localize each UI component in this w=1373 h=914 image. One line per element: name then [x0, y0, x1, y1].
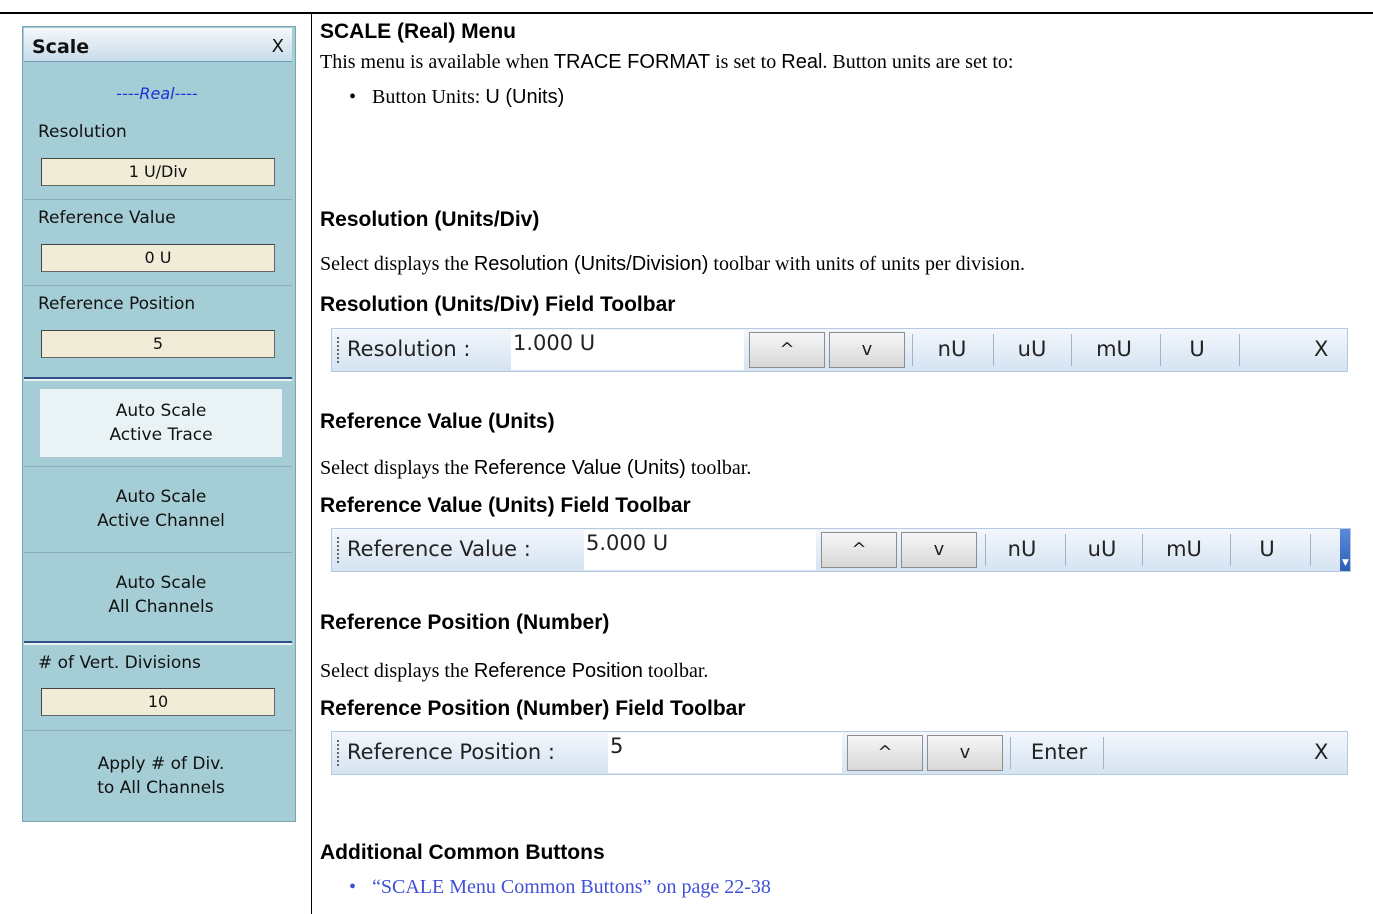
reference-position-field[interactable]: 5 [41, 330, 275, 358]
separator [24, 466, 292, 467]
toolbar-overflow-icon[interactable]: ▼ [1340, 529, 1350, 571]
unit-uU-button[interactable]: uU [1012, 337, 1052, 361]
reference-position-toolbar: Reference Position : 5 ^ v Enter X [331, 731, 1348, 775]
reference-value-label: Reference Value [38, 208, 176, 228]
auto-scale-active-trace-button[interactable]: Auto Scale Active Trace [39, 388, 283, 458]
menu-close-icon[interactable]: X [272, 36, 284, 57]
common-buttons-link[interactable]: “SCALE Menu Common Buttons” on page 22-3… [372, 876, 771, 898]
resolution-label: Resolution [38, 122, 127, 142]
resolution-description: Select displays the Resolution (Units/Di… [320, 253, 1026, 275]
unit-mU-button[interactable]: mU [1090, 337, 1138, 361]
refpos-description: Select displays the Reference Position t… [320, 660, 709, 682]
top-rule [0, 12, 1373, 14]
increment-up-button[interactable]: ^ [749, 332, 825, 368]
button-line: Apply # of Div. [97, 754, 225, 774]
button-line: Active Channel [97, 511, 225, 531]
scale-menu-panel: Scale X ----Real---- Resolution 1 U/Div … [22, 26, 296, 822]
unit-nU-button[interactable]: nU [1002, 537, 1042, 561]
button-line: to All Channels [97, 778, 225, 798]
toolbar-separator [1230, 534, 1231, 566]
resolution-input[interactable]: 1.000 U [511, 330, 744, 370]
toolbar-separator [993, 334, 994, 366]
resolution-field[interactable]: 1 U/Div [41, 158, 275, 186]
unit-nU-button[interactable]: nU [932, 337, 972, 361]
toolbar-separator [1065, 534, 1066, 566]
section-divider [24, 377, 292, 381]
menu-title: Scale [32, 36, 90, 58]
apply-divisions-button[interactable]: Apply # of Div. to All Channels [39, 741, 283, 811]
button-units-bullet: • Button Units: U (Units) [349, 86, 565, 108]
auto-scale-active-channel-button[interactable]: Auto Scale Active Channel [39, 474, 283, 544]
toolbar-label: Reference Position : [347, 740, 555, 764]
separator [24, 199, 292, 200]
menu-subtitle: ----Real---- [116, 84, 198, 103]
refvalue-description: Select displays the Reference Value (Uni… [320, 457, 752, 479]
heading-refvalue-toolbar: Reference Value (Units) Field Toolbar [320, 494, 691, 517]
heading-reference-position: Reference Position (Number) [320, 611, 610, 634]
toolbar-separator [1160, 334, 1161, 366]
toolbar-label: Reference Value : [347, 537, 531, 561]
button-line: Auto Scale [115, 573, 207, 593]
column-divider [311, 13, 312, 914]
toolbar-separator [985, 534, 986, 566]
increment-up-button[interactable]: ^ [821, 532, 897, 568]
toolbar-separator [1071, 334, 1072, 366]
heading-reference-value: Reference Value (Units) [320, 410, 555, 433]
toolbar-close-icon[interactable]: X [1314, 337, 1328, 361]
toolbar-close-icon[interactable]: X [1314, 740, 1328, 764]
toolbar-separator [1010, 737, 1011, 769]
unit-mU-button[interactable]: mU [1160, 537, 1208, 561]
reference-value-field[interactable]: 0 U [41, 244, 275, 272]
section-divider [24, 641, 292, 645]
reference-position-label: Reference Position [38, 294, 196, 314]
increment-up-button[interactable]: ^ [847, 735, 923, 771]
reference-value-input[interactable]: 5.000 U [584, 530, 816, 570]
heading-refpos-toolbar: Reference Position (Number) Field Toolba… [320, 697, 746, 720]
toolbar-separator [1142, 534, 1143, 566]
heading-additional-common-buttons: Additional Common Buttons [320, 841, 605, 864]
toolbar-grip-icon[interactable] [337, 337, 339, 363]
unit-U-button[interactable]: U [1252, 537, 1282, 561]
reference-value-toolbar: Reference Value : 5.000 U ^ v nU uU mU U… [331, 528, 1351, 572]
toolbar-separator [1239, 334, 1240, 366]
button-line: Auto Scale [115, 487, 207, 507]
toolbar-grip-icon[interactable] [337, 740, 339, 766]
decrement-down-button[interactable]: v [901, 532, 977, 568]
toolbar-label: Resolution : [347, 337, 471, 361]
intro-paragraph: This menu is available when TRACE FORMAT… [320, 51, 1014, 73]
vert-divisions-label: # of Vert. Divisions [38, 653, 201, 673]
decrement-down-button[interactable]: v [829, 332, 905, 368]
unit-U-button[interactable]: U [1182, 337, 1212, 361]
reference-position-input[interactable]: 5 [608, 733, 842, 773]
separator [24, 730, 292, 731]
decrement-down-button[interactable]: v [927, 735, 1003, 771]
heading-scale-real-menu: SCALE (Real) Menu [320, 20, 517, 43]
toolbar-grip-icon[interactable] [337, 537, 339, 563]
menu-title-bar: Scale X [24, 28, 292, 62]
enter-button[interactable]: Enter [1024, 740, 1094, 764]
heading-resolution-toolbar: Resolution (Units/Div) Field Toolbar [320, 293, 676, 316]
button-line: Active Trace [109, 425, 213, 445]
toolbar-separator [1310, 534, 1311, 566]
vert-divisions-field[interactable]: 10 [41, 688, 275, 716]
toolbar-separator [912, 334, 913, 366]
separator [24, 552, 292, 553]
button-line: Auto Scale [115, 401, 207, 421]
auto-scale-all-channels-button[interactable]: Auto Scale All Channels [39, 560, 283, 630]
separator [24, 285, 292, 286]
toolbar-separator [1103, 737, 1104, 769]
heading-resolution: Resolution (Units/Div) [320, 208, 540, 231]
resolution-toolbar: Resolution : 1.000 U ^ v nU uU mU U X [331, 328, 1348, 372]
unit-uU-button[interactable]: uU [1082, 537, 1122, 561]
common-buttons-bullet: • “SCALE Menu Common Buttons” on page 22-… [349, 876, 771, 898]
button-line: All Channels [108, 597, 214, 617]
